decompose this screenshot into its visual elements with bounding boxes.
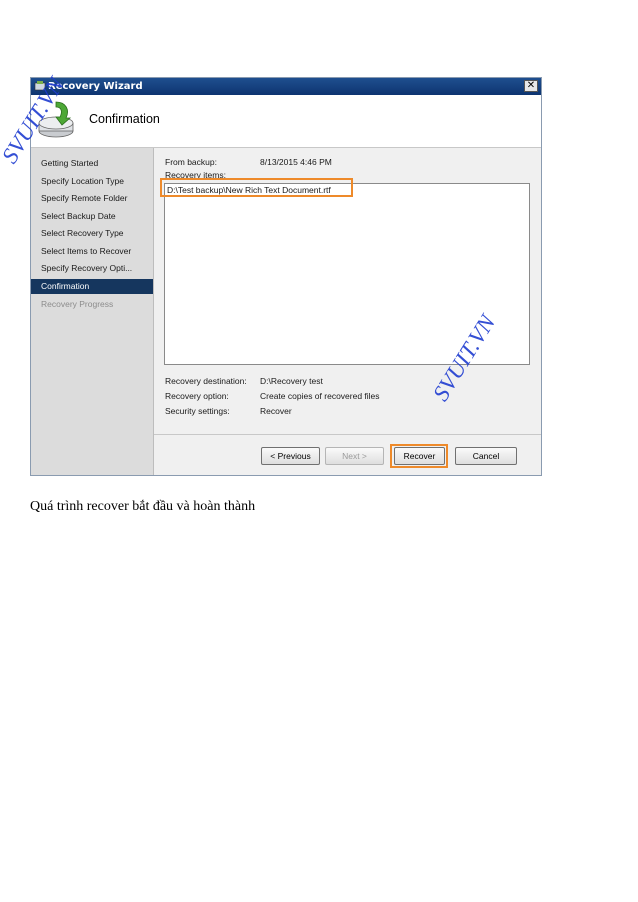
nav-item-recovery-progress: Recovery Progress [41,299,114,309]
cancel-button[interactable]: Cancel [455,447,517,465]
page-title: Confirmation [89,112,160,126]
title-bar: Recovery Wizard ✕ [31,78,541,95]
wizard-steps-nav: Getting Started Specify Location Type Sp… [31,148,154,475]
wizard-footer: < Previous Next > Recover Cancel [154,434,541,475]
security-settings-label: Security settings: [165,406,230,416]
caption-text: Quá trình recover bắt đầu và hoàn thành [30,499,256,514]
recovery-option-label: Recovery option: [165,391,229,401]
nav-item-specify-location-type[interactable]: Specify Location Type [31,174,153,189]
nav-item-select-backup-date[interactable]: Select Backup Date [31,209,153,224]
previous-button[interactable]: < Previous [261,447,320,465]
nav-item-getting-started[interactable]: Getting Started [31,156,153,171]
recovery-destination-value: D:\Recovery test [260,376,323,386]
highlight-recover-button [390,444,448,468]
nav-item-select-items-to-recover[interactable]: Select Items to Recover [31,244,153,259]
from-backup-label: From backup: [165,157,217,167]
nav-item-select-recovery-type[interactable]: Select Recovery Type [31,226,153,241]
recovery-destination-label: Recovery destination: [165,376,247,386]
nav-item-specify-recovery-options[interactable]: Specify Recovery Opti... [31,261,153,276]
confirmation-panel: From backup: 8/13/2015 4:46 PM Recovery … [154,148,541,434]
nav-item-specify-remote-folder[interactable]: Specify Remote Folder [31,191,153,206]
from-backup-value: 8/13/2015 4:46 PM [260,157,332,167]
wizard-header: Confirmation [31,95,541,148]
highlight-recovery-item [160,178,353,197]
security-settings-value: Recover [260,406,292,416]
next-button: Next > [325,447,384,465]
close-button[interactable]: ✕ [524,80,538,92]
nav-item-confirmation[interactable]: Confirmation [31,279,153,294]
screenshot-recovery-wizard: Recovery Wizard ✕ Confirmation Getting S… [30,77,542,476]
recovery-option-value: Create copies of recovered files [260,391,380,401]
